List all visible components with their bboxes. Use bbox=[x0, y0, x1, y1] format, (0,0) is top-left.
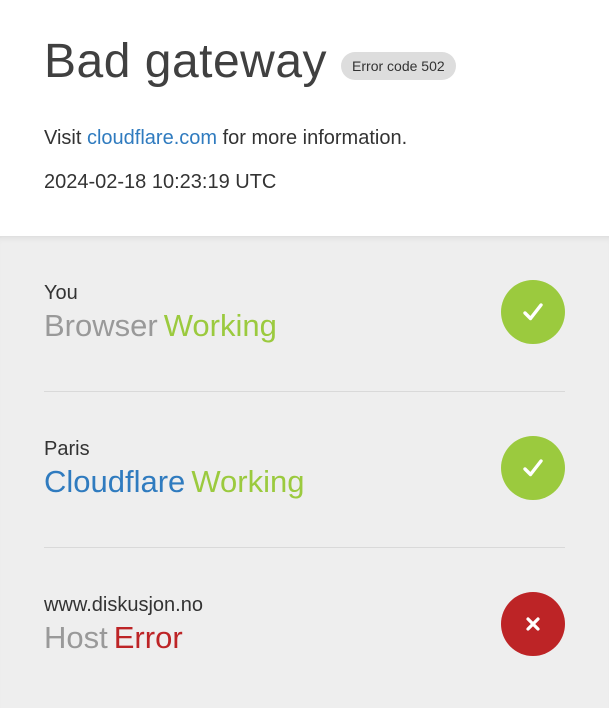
location-label: You bbox=[44, 282, 78, 304]
error-code-badge: Error code 502 bbox=[341, 52, 456, 80]
status-row-host: www.diskusjon.no Host Error bbox=[44, 548, 565, 704]
info-text: Visit cloudflare.com for more informatio… bbox=[44, 124, 407, 152]
close-icon bbox=[501, 592, 565, 656]
node-name: Host bbox=[44, 620, 108, 655]
cloudflare-link[interactable]: cloudflare.com bbox=[87, 127, 217, 149]
node-state: Error bbox=[113, 620, 183, 655]
node-line: Browser Working bbox=[44, 306, 277, 346]
node-name: Cloudflare bbox=[44, 464, 186, 499]
status-row-cloudflare: Paris Cloudflare Working bbox=[44, 392, 565, 548]
location-label: www.diskusjon.no bbox=[44, 594, 203, 616]
info-prefix: Visit bbox=[44, 127, 82, 149]
node-line: Cloudflare Working bbox=[44, 462, 304, 502]
info-suffix: for more information. bbox=[222, 127, 408, 149]
footer-strip bbox=[0, 708, 609, 720]
check-icon bbox=[501, 436, 565, 500]
node-name: Browser bbox=[44, 308, 158, 343]
check-icon bbox=[501, 280, 565, 344]
timestamp: 2024-02-18 10:23:19 UTC bbox=[44, 171, 277, 193]
status-row-browser: You Browser Working bbox=[44, 236, 565, 392]
error-header: Bad gateway Error code 502 Visit cloudfl… bbox=[0, 0, 609, 236]
page-title: Bad gateway bbox=[44, 35, 328, 88]
node-line: Host Error bbox=[44, 618, 183, 658]
title-row: Bad gateway Error code 502 bbox=[44, 32, 456, 92]
node-state: Working bbox=[191, 464, 305, 499]
status-panel: You Browser Working Paris Cloudflare Worki… bbox=[0, 236, 609, 708]
node-state: Working bbox=[163, 308, 277, 343]
location-label: Paris bbox=[44, 438, 90, 460]
